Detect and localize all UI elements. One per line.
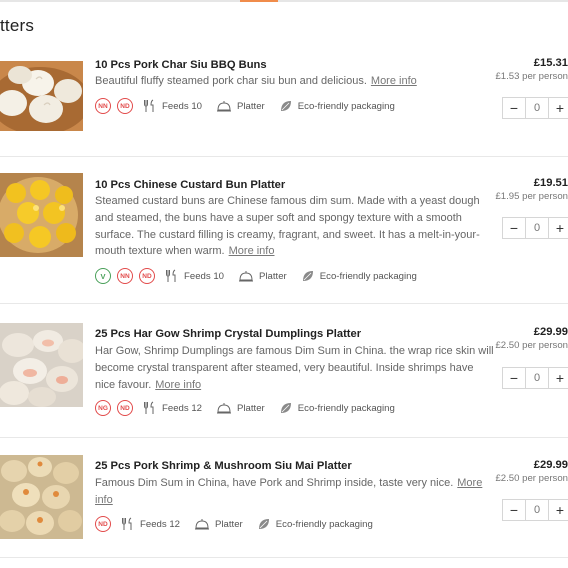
item-meta: NG ND Feeds 12 Platter Eco-friendly pack… (95, 399, 395, 417)
feeds-label: Feeds 12 (140, 518, 181, 530)
item-divider (0, 437, 568, 438)
dietary-badge: V (95, 268, 111, 284)
item-divider (0, 557, 568, 558)
top-divider (0, 0, 568, 2)
cutlery-icon (143, 401, 157, 415)
cloche-icon (194, 517, 210, 531)
item-price: £15.31 (533, 57, 568, 69)
quantity-value[interactable]: 0 (525, 218, 549, 238)
platter-label: Platter (237, 100, 265, 112)
eco-label: Eco-friendly packaging (319, 270, 417, 282)
decrease-button[interactable]: − (503, 500, 525, 520)
item-divider (0, 303, 568, 304)
feeds-label: Feeds 10 (184, 270, 225, 282)
item-meta: V NN ND Feeds 10 Platter Eco-friendly pa… (95, 267, 417, 285)
item-photo (0, 61, 83, 131)
eco-label: Eco-friendly packaging (297, 402, 395, 414)
item-description: Steamed custard buns are Chinese famous … (95, 195, 480, 258)
cloche-icon (238, 269, 254, 283)
per-person-price: £1.53 per person (495, 71, 568, 82)
quantity-value[interactable]: 0 (525, 500, 549, 520)
quantity-value[interactable]: 0 (525, 368, 549, 388)
item-name[interactable]: 10 Pcs Pork Char Siu BBQ Buns (95, 59, 267, 71)
item-description: Famous Dim Sum in China, have Pork and S… (95, 477, 483, 506)
more-info-link[interactable]: More info (371, 75, 417, 87)
item-meta: NN ND Feeds 10 Platter Eco-friendly pack… (95, 97, 395, 115)
increase-button[interactable]: + (549, 368, 568, 388)
more-info-link[interactable]: More info (229, 245, 275, 257)
eco-label: Eco-friendly packaging (275, 518, 373, 530)
item-name[interactable]: 10 Pcs Chinese Custard Bun Platter (95, 179, 285, 191)
quantity-stepper: − 0 + (502, 499, 568, 521)
decrease-button[interactable]: − (503, 98, 525, 118)
item-description: Har Gow, Shrimp Dumplings are famous Dim… (95, 345, 494, 391)
dietary-badge: ND (117, 400, 133, 416)
cutlery-icon (143, 99, 157, 113)
leaf-icon (301, 269, 315, 283)
active-tab-indicator (240, 0, 278, 2)
item-name[interactable]: 25 Pcs Pork Shrimp & Mushroom Siu Mai Pl… (95, 460, 352, 472)
quantity-stepper: − 0 + (502, 97, 568, 119)
dietary-badge: NG (95, 400, 111, 416)
item-meta: ND Feeds 12 Platter Eco-friendly packagi… (95, 515, 373, 533)
item-photo (0, 173, 83, 257)
quantity-stepper: − 0 + (502, 217, 568, 239)
item-price: £29.99 (533, 459, 568, 471)
increase-button[interactable]: + (549, 218, 568, 238)
per-person-price: £2.50 per person (495, 473, 568, 484)
section-title: tters (0, 16, 35, 35)
platter-label: Platter (215, 518, 243, 530)
platter-label: Platter (259, 270, 287, 282)
item-divider (0, 156, 568, 157)
increase-button[interactable]: + (549, 98, 568, 118)
dietary-badge: ND (139, 268, 155, 284)
per-person-price: £2.50 per person (495, 340, 568, 351)
cutlery-icon (165, 269, 179, 283)
platter-label: Platter (237, 402, 265, 414)
cutlery-icon (121, 517, 135, 531)
quantity-stepper: − 0 + (502, 367, 568, 389)
increase-button[interactable]: + (549, 500, 568, 520)
leaf-icon (279, 99, 293, 113)
item-price: £29.99 (533, 326, 568, 338)
feeds-label: Feeds 12 (162, 402, 203, 414)
dietary-badge: NN (95, 98, 111, 114)
item-name[interactable]: 25 Pcs Har Gow Shrimp Crystal Dumplings … (95, 328, 361, 340)
dietary-badge: NN (117, 268, 133, 284)
more-info-link[interactable]: More info (155, 379, 201, 391)
feeds-label: Feeds 10 (162, 100, 203, 112)
item-price: £19.51 (533, 177, 568, 189)
quantity-value[interactable]: 0 (525, 98, 549, 118)
dietary-badge: ND (117, 98, 133, 114)
item-photo (0, 455, 83, 539)
item-description: Beautiful fluffy steamed pork char siu b… (95, 75, 417, 87)
cloche-icon (216, 401, 232, 415)
dietary-badge: ND (95, 516, 111, 532)
decrease-button[interactable]: − (503, 218, 525, 238)
decrease-button[interactable]: − (503, 368, 525, 388)
per-person-price: £1.95 per person (495, 191, 568, 202)
leaf-icon (279, 401, 293, 415)
leaf-icon (257, 517, 271, 531)
item-photo (0, 323, 83, 407)
cloche-icon (216, 99, 232, 113)
eco-label: Eco-friendly packaging (297, 100, 395, 112)
